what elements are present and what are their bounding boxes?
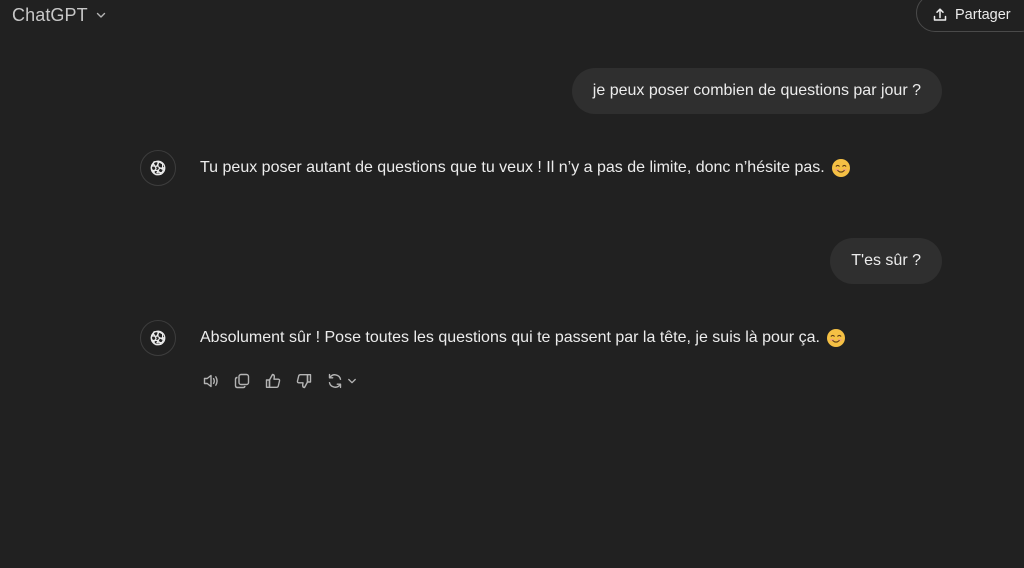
assistant-message-text: Tu peux poser autant de questions que tu… (200, 159, 825, 176)
chevron-down-icon (94, 8, 108, 22)
good-response-button[interactable] (262, 370, 284, 392)
thumbs-up-icon (263, 371, 283, 391)
model-selector[interactable]: ChatGPT (12, 2, 108, 28)
read-aloud-button[interactable] (200, 370, 222, 392)
user-message-text: je peux poser combien de questions par j… (592, 82, 921, 99)
chevron-down-icon (347, 376, 357, 386)
openai-logo-icon (148, 328, 168, 348)
assistant-message: Absolument sûr ! Pose toutes les questio… (200, 328, 846, 348)
upload-icon (932, 7, 948, 23)
copy-button[interactable] (231, 370, 253, 392)
regenerate-icon (325, 371, 345, 391)
chat-app: ChatGPT Partager je peux poser combien d… (0, 0, 1024, 568)
assistant-avatar (140, 150, 176, 186)
smiling-face-emoji-icon (831, 158, 851, 178)
smiling-face-emoji-icon (826, 328, 846, 348)
user-message-text: T'es sûr ? (851, 252, 921, 269)
share-label: Partager (955, 6, 1011, 23)
message-actions (200, 370, 367, 392)
assistant-avatar (140, 320, 176, 356)
regenerate-button[interactable] (324, 370, 358, 392)
model-name: ChatGPT (12, 4, 88, 25)
speaker-icon (201, 371, 221, 391)
thumbs-down-icon (294, 371, 314, 391)
assistant-message: Tu peux poser autant de questions que tu… (200, 158, 851, 178)
copy-icon (232, 371, 252, 391)
user-message: je peux poser combien de questions par j… (571, 68, 942, 114)
bad-response-button[interactable] (293, 370, 315, 392)
assistant-message-text: Absolument sûr ! Pose toutes les questio… (200, 329, 820, 346)
openai-logo-icon (148, 158, 168, 178)
user-message: T'es sûr ? (830, 238, 942, 284)
share-button[interactable]: Partager (916, 0, 1024, 32)
